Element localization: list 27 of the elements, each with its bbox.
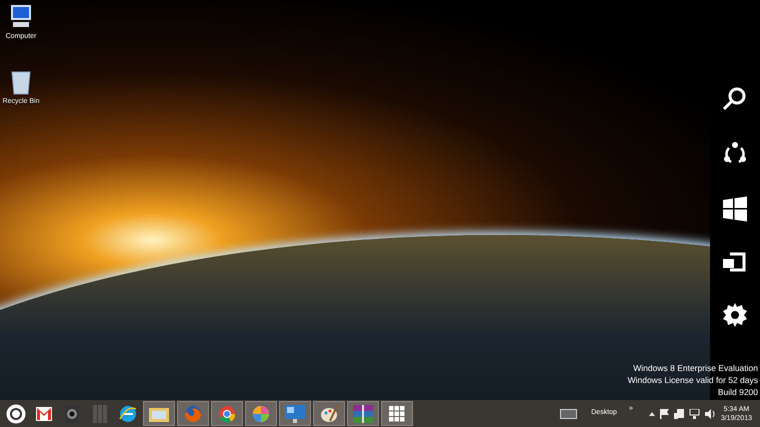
devices-icon[interactable] bbox=[674, 408, 684, 418]
search-icon[interactable] bbox=[722, 86, 748, 112]
pinwheel-icon bbox=[252, 404, 270, 422]
settings-icon[interactable] bbox=[722, 302, 748, 328]
flag-icon[interactable] bbox=[660, 408, 669, 418]
stacked-books-icon bbox=[353, 404, 373, 422]
devices-icon[interactable] bbox=[722, 251, 748, 273]
camera-icon bbox=[65, 404, 79, 422]
taskbar-button[interactable] bbox=[347, 401, 379, 426]
paint-palette-icon bbox=[320, 404, 338, 422]
fox-globe-icon bbox=[184, 404, 202, 422]
evaluation-notice: Build 9200 bbox=[718, 386, 758, 398]
network-icon[interactable] bbox=[688, 408, 700, 418]
evaluation-notice: Windows 8 Enterprise Evaluation bbox=[633, 362, 758, 374]
color-wheel-icon bbox=[218, 404, 236, 422]
show-hidden-icons-icon[interactable] bbox=[648, 412, 655, 416]
monitor-icon bbox=[285, 404, 305, 422]
mail-icon bbox=[36, 406, 52, 420]
letter-e-browser-icon bbox=[119, 404, 137, 422]
recycle-bin-icon bbox=[10, 68, 32, 94]
circle-logo-icon bbox=[6, 404, 26, 424]
evaluation-notice: Windows License valid for 52 days bbox=[628, 374, 758, 386]
speaker-icon[interactable] bbox=[704, 408, 715, 418]
folder-icon bbox=[149, 406, 169, 422]
taskbar-button[interactable] bbox=[381, 401, 413, 426]
apps-grid-icon bbox=[389, 406, 405, 422]
windows-logo-icon[interactable] bbox=[722, 196, 748, 222]
